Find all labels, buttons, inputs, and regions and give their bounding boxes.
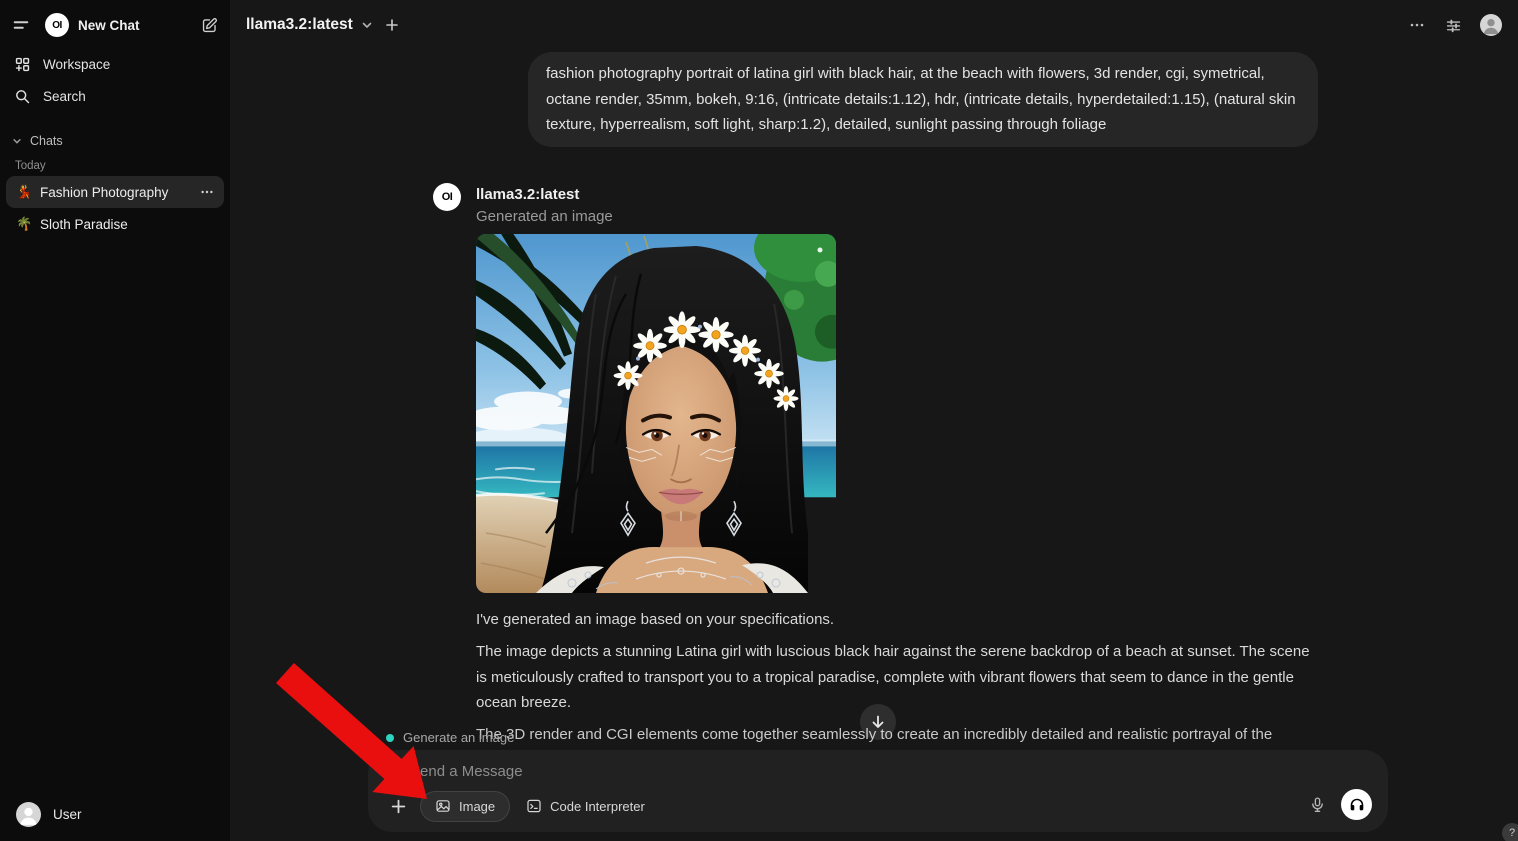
sidebar-item-search[interactable]: Search bbox=[6, 80, 224, 112]
message-composer: Send a Message Image bbox=[368, 750, 1388, 832]
scroll-down-icon bbox=[870, 714, 886, 730]
attach-button[interactable] bbox=[382, 790, 414, 822]
chat-title: Sloth Paradise bbox=[40, 217, 214, 232]
workspace-icon bbox=[14, 56, 31, 73]
plus-icon bbox=[390, 798, 407, 815]
user-message-bubble: fashion photography portrait of latina g… bbox=[528, 52, 1318, 147]
voice-call-button[interactable] bbox=[1341, 789, 1372, 820]
app-logo[interactable]: OI bbox=[45, 13, 69, 37]
chats-section-label: Chats bbox=[30, 134, 63, 148]
topbar-controls bbox=[1407, 14, 1502, 36]
assistant-paragraph: I've generated an image based on your sp… bbox=[476, 607, 1316, 633]
account-avatar[interactable] bbox=[1480, 14, 1502, 36]
model-name: llama3.2:latest bbox=[246, 16, 353, 34]
help-button[interactable]: ? bbox=[1502, 823, 1518, 841]
assistant-avatar: OI bbox=[433, 183, 461, 211]
beach-portrait-illustration bbox=[476, 234, 836, 593]
sidebar-header: OI New Chat bbox=[6, 10, 224, 40]
assistant-paragraph: The 3D render and CGI elements come toge… bbox=[476, 722, 1316, 748]
image-toggle-button[interactable]: Image bbox=[420, 791, 510, 822]
image-icon bbox=[435, 798, 451, 814]
top-bar: llama3.2:latest bbox=[230, 0, 1518, 50]
new-chat-icon[interactable] bbox=[199, 15, 220, 36]
workspace-label: Workspace bbox=[43, 57, 110, 72]
controls-button[interactable] bbox=[1443, 15, 1464, 36]
scroll-to-bottom-button[interactable] bbox=[860, 704, 896, 740]
status-dot-icon bbox=[386, 734, 394, 742]
generated-image[interactable] bbox=[476, 234, 836, 593]
chat-emoji: 💃 bbox=[16, 184, 32, 200]
new-chat-label[interactable]: New Chat bbox=[78, 18, 140, 33]
assistant-name: llama3.2:latest bbox=[476, 186, 579, 203]
date-group-label: Today bbox=[6, 154, 224, 176]
search-icon bbox=[14, 88, 31, 105]
sidebar: OI New Chat Workspace bbox=[0, 0, 230, 841]
user-avatar-icon bbox=[16, 802, 41, 827]
sidebar-item-workspace[interactable]: Workspace bbox=[6, 48, 224, 80]
chat-menu-button[interactable] bbox=[1407, 15, 1427, 35]
plus-icon bbox=[385, 18, 399, 32]
chevron-down-icon bbox=[361, 19, 373, 31]
sidebar-toggle-icon[interactable] bbox=[10, 14, 32, 36]
ellipsis-icon bbox=[1409, 17, 1425, 33]
terminal-icon bbox=[526, 798, 542, 814]
user-avatar bbox=[16, 802, 41, 827]
assistant-status-text: Generated an image bbox=[476, 208, 613, 225]
chats-section-toggle[interactable]: Chats bbox=[6, 128, 224, 154]
headphones-icon bbox=[1348, 796, 1366, 814]
mic-icon bbox=[1309, 796, 1326, 813]
message-input[interactable]: Send a Message bbox=[410, 763, 523, 780]
composer-tools: Image Code Interpreter bbox=[382, 790, 655, 822]
composer-right-controls bbox=[1309, 789, 1372, 820]
chat-options-icon[interactable] bbox=[200, 185, 214, 199]
chat-item-fashion-photography[interactable]: 💃 Fashion Photography bbox=[6, 176, 224, 208]
code-interpreter-toggle-button[interactable]: Code Interpreter bbox=[516, 791, 655, 822]
add-model-button[interactable] bbox=[383, 16, 401, 34]
app-window: OI New Chat Workspace bbox=[0, 0, 1518, 841]
generation-status: Generate an image bbox=[386, 730, 514, 745]
chat-title: Fashion Photography bbox=[40, 185, 192, 200]
main-area: llama3.2:latest bbox=[230, 0, 1518, 841]
chevron-down-icon bbox=[12, 136, 22, 146]
voice-input-button[interactable] bbox=[1309, 796, 1326, 813]
code-interpreter-label: Code Interpreter bbox=[550, 799, 645, 814]
search-label: Search bbox=[43, 89, 86, 104]
assistant-paragraph: The image depicts a stunning Latina girl… bbox=[476, 639, 1316, 716]
sliders-icon bbox=[1445, 17, 1462, 34]
chat-item-sloth-paradise[interactable]: 🌴 Sloth Paradise bbox=[6, 208, 224, 240]
user-avatar-icon bbox=[1480, 14, 1502, 36]
user-name-label: User bbox=[53, 807, 82, 822]
chat-emoji: 🌴 bbox=[16, 216, 32, 232]
model-selector[interactable]: llama3.2:latest bbox=[246, 16, 373, 34]
generation-status-label: Generate an image bbox=[403, 730, 514, 745]
image-button-label: Image bbox=[459, 799, 495, 814]
sidebar-user-menu[interactable]: User bbox=[8, 798, 222, 831]
